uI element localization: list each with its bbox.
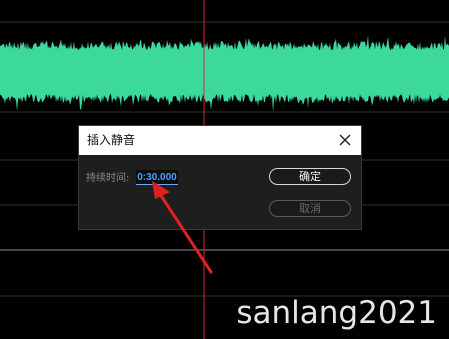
audio-editor: 插入静音 持续时间: 确定 取消 sanlang2021: [0, 0, 449, 339]
duration-input[interactable]: [136, 170, 178, 185]
cancel-button[interactable]: 取消: [269, 200, 351, 217]
watermark-text: sanlang2021: [236, 295, 437, 331]
ok-button[interactable]: 确定: [269, 168, 351, 185]
duration-label: 持续时间:: [86, 173, 130, 184]
insert-silence-dialog: 插入静音 持续时间: 确定 取消: [78, 125, 362, 230]
close-icon[interactable]: [335, 130, 355, 150]
dialog-title: 插入静音: [87, 133, 136, 147]
audio-waveform: [0, 35, 449, 113]
dialog-titlebar: 插入静音: [79, 126, 361, 155]
